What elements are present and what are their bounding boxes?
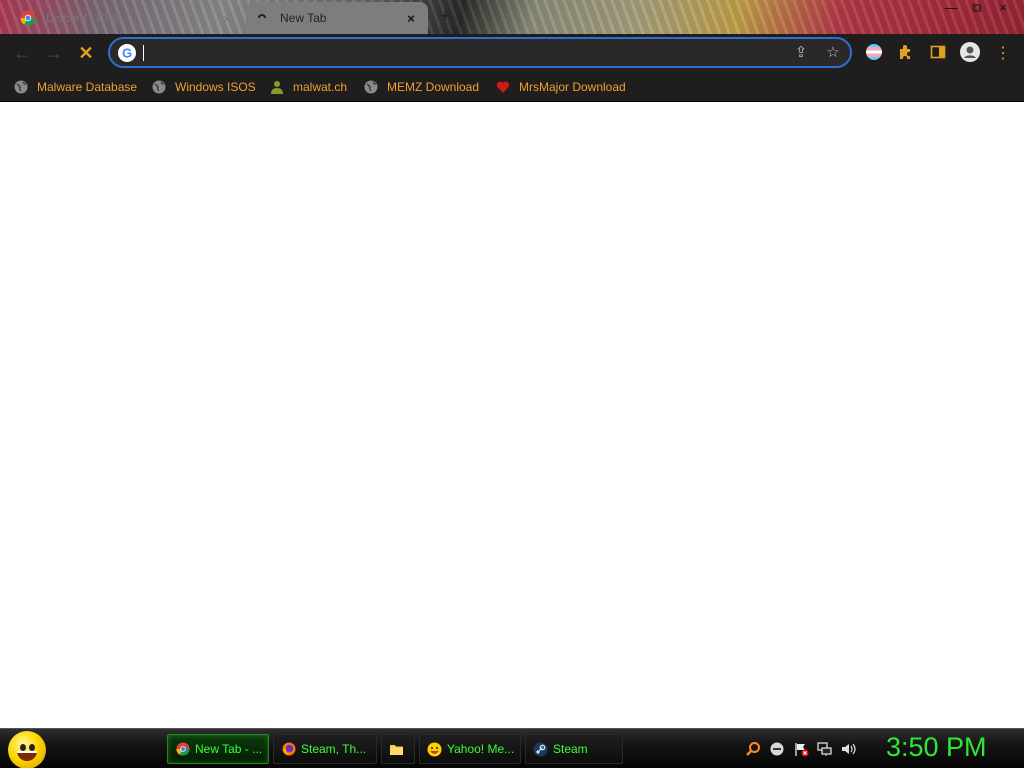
chrome-icon: [20, 10, 36, 26]
heart-icon: [496, 80, 510, 94]
desktop: Discord | Chat × New Tab × + — ⧉ × ← → ✕…: [0, 0, 1024, 768]
bookmarks-bar: Malware Database Windows ISOS malwat.ch …: [0, 71, 1024, 102]
steam-icon: [533, 742, 548, 757]
taskbar-item-steam[interactable]: Steam: [525, 734, 623, 764]
bookmark-windows-isos[interactable]: Windows ISOS: [152, 77, 256, 97]
bookmark-label: MrsMajor Download: [519, 80, 626, 94]
smiley-mouth: [17, 751, 37, 761]
action-center-flag-icon[interactable]: [793, 741, 809, 757]
bookmark-label: Malware Database: [37, 80, 138, 94]
globe-icon: [14, 80, 28, 94]
profile-flag-extension-icon[interactable]: [864, 42, 884, 62]
profile-avatar-icon[interactable]: [960, 42, 980, 62]
side-panel-icon[interactable]: [928, 42, 948, 62]
firefox-icon: [281, 742, 296, 757]
address-input[interactable]: [145, 43, 775, 63]
taskbar-item-label: Steam, Th...: [301, 742, 367, 756]
start-button-smiley[interactable]: [8, 731, 46, 768]
taskbar-item-firefox[interactable]: Steam, Th...: [273, 734, 377, 764]
taskbar-item-label: Steam: [553, 742, 588, 756]
share-icon[interactable]: ⇪: [792, 44, 810, 62]
network-icon[interactable]: [817, 741, 833, 757]
page-content[interactable]: [0, 102, 1024, 728]
bookmark-malwatch[interactable]: malwat.ch: [270, 77, 347, 97]
bookmark-memz-download[interactable]: MEMZ Download: [364, 77, 479, 97]
taskbar-item-chrome[interactable]: New Tab - ...: [167, 734, 269, 764]
bookmark-malware-database[interactable]: Malware Database: [14, 77, 137, 97]
tab-title: New Tab: [280, 11, 327, 25]
forward-button[interactable]: →: [43, 42, 65, 64]
loading-icon: [254, 10, 270, 26]
taskbar-item-yahoo-messenger[interactable]: Yahoo! Me...: [419, 734, 521, 764]
bookmark-label: malwat.ch: [293, 80, 348, 94]
taskbar-item-label: New Tab - ...: [195, 742, 263, 756]
stop-loading-button[interactable]: ✕: [75, 42, 97, 64]
tab-discord[interactable]: Discord | Chat ×: [12, 2, 244, 34]
smiley-eye: [29, 744, 35, 751]
tab-close-button[interactable]: ×: [402, 11, 420, 26]
svg-text:G: G: [122, 46, 132, 61]
globe-icon: [152, 80, 166, 94]
tab-title: Discord | Chat: [46, 11, 122, 25]
chrome-icon: [175, 742, 190, 757]
window-controls: — ⧉ ×: [938, 0, 1016, 18]
bookmark-mrsmajor-download[interactable]: MrsMajor Download: [496, 77, 626, 97]
person-icon: [270, 80, 284, 94]
extensions-puzzle-icon[interactable]: [896, 42, 916, 62]
browser-title-bar: Discord | Chat × New Tab × + — ⧉ ×: [0, 0, 1024, 34]
minimize-button[interactable]: —: [938, 0, 964, 18]
new-tab-button[interactable]: +: [440, 6, 451, 27]
tab-new-tab[interactable]: New Tab ×: [246, 2, 428, 34]
taskbar-clock[interactable]: 3:50 PM: [886, 732, 987, 763]
back-button[interactable]: ←: [11, 42, 33, 64]
yahoo-messenger-icon: [427, 742, 442, 757]
google-icon: G: [118, 44, 136, 62]
globe-icon: [364, 80, 378, 94]
bookmark-label: MEMZ Download: [387, 80, 480, 94]
bookmark-label: Windows ISOS: [175, 80, 256, 94]
taskbar-item-label: Yahoo! Me...: [447, 742, 515, 756]
taskbar-item-explorer[interactable]: [381, 734, 415, 764]
smiley-eye: [20, 744, 26, 751]
volume-icon[interactable]: [841, 741, 857, 757]
browser-menu-button[interactable]: ⋮: [992, 42, 1014, 64]
do-not-disturb-icon[interactable]: [769, 741, 785, 757]
maximize-button[interactable]: ⧉: [964, 0, 990, 18]
bookmark-star-icon[interactable]: ☆: [824, 44, 842, 62]
search-icon[interactable]: [745, 741, 761, 757]
browser-toolbar: ← → ✕ G ⇪ ☆ ⋮: [0, 34, 1024, 71]
address-bar[interactable]: G ⇪ ☆: [108, 37, 852, 68]
taskbar: New Tab - ... Steam, Th... Yahoo! Me... …: [0, 728, 1024, 768]
close-window-button[interactable]: ×: [990, 0, 1016, 18]
folder-icon: [389, 742, 404, 757]
tab-close-button[interactable]: ×: [218, 11, 236, 26]
text-cursor: [143, 45, 144, 61]
